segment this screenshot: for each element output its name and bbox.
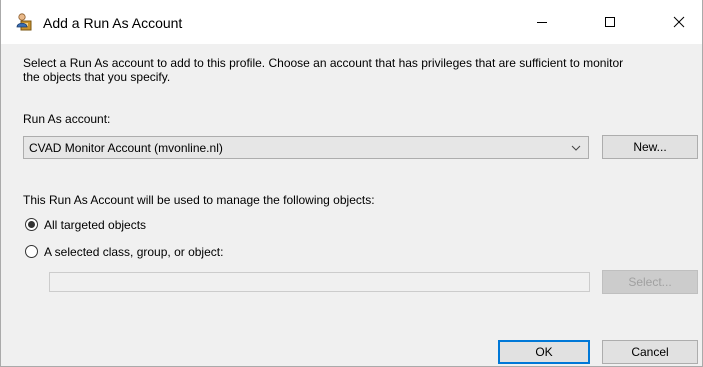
chevron-down-icon xyxy=(571,145,581,151)
close-icon xyxy=(673,16,685,28)
radio-selected-dot xyxy=(28,221,35,228)
dialog-content: Select a Run As account to add to this p… xyxy=(1,44,702,366)
ok-button[interactable]: OK xyxy=(498,340,590,364)
minimize-icon xyxy=(537,22,547,23)
run-as-account-selected: CVAD Monitor Account (mvonline.nl) xyxy=(29,141,223,155)
scope-label: This Run As Account will be used to mana… xyxy=(23,193,375,207)
radio-all-targeted-objects[interactable] xyxy=(25,218,38,231)
run-as-account-label: Run As account: xyxy=(23,112,111,126)
radio-selected-object-label[interactable]: A selected class, group, or object: xyxy=(44,245,223,259)
description-line-1: Select a Run As account to add to this p… xyxy=(23,56,624,70)
description-line-2: the objects that you specify. xyxy=(23,70,171,84)
close-button[interactable] xyxy=(656,0,702,44)
new-account-button[interactable]: New... xyxy=(602,135,698,159)
run-as-account-dialog: Add a Run As Account Select a Run As acc… xyxy=(0,0,703,367)
title-bar[interactable]: Add a Run As Account xyxy=(1,0,702,44)
window-title: Add a Run As Account xyxy=(43,15,183,31)
select-object-button[interactable]: Select... xyxy=(602,270,698,294)
radio-selected-object[interactable] xyxy=(25,245,38,258)
maximize-button[interactable] xyxy=(587,0,633,44)
cancel-button[interactable]: Cancel xyxy=(602,340,698,364)
minimize-button[interactable] xyxy=(519,0,565,44)
maximize-icon xyxy=(605,17,615,27)
selected-object-field xyxy=(49,272,590,292)
radio-all-targeted-objects-label[interactable]: All targeted objects xyxy=(44,218,146,232)
run-as-account-icon xyxy=(15,12,35,32)
run-as-account-dropdown[interactable]: CVAD Monitor Account (mvonline.nl) xyxy=(23,136,589,159)
